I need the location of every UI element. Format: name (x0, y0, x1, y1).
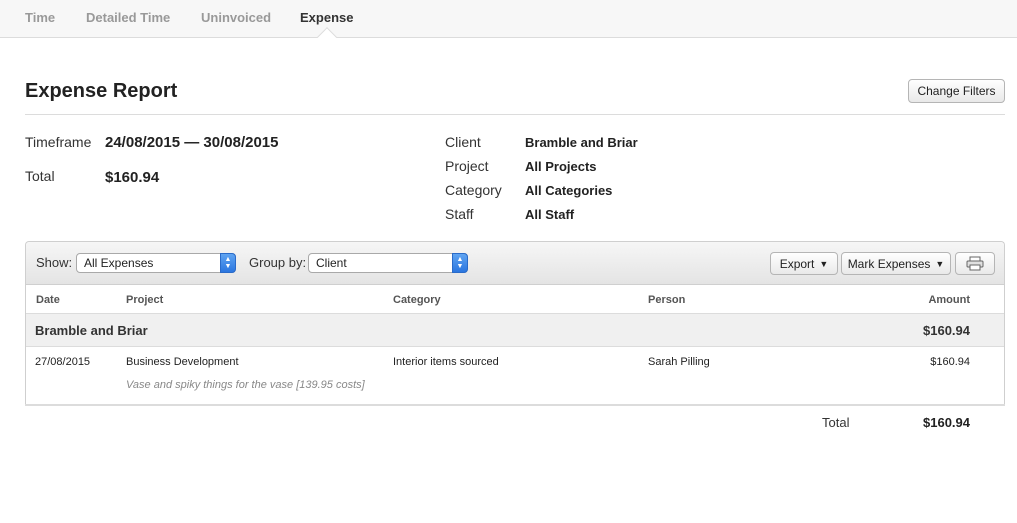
footer-total-value: $160.94 (923, 415, 970, 430)
group-by-select-value: Client (316, 256, 347, 270)
project-label: Project (445, 158, 489, 174)
column-header-date[interactable]: Date (36, 294, 60, 306)
export-button-label: Export (779, 256, 815, 271)
row-category: Interior items sourced (393, 356, 499, 368)
mark-expenses-button[interactable]: Mark Expenses ▼ (841, 252, 951, 275)
staff-label: Staff (445, 206, 474, 222)
printer-icon (966, 256, 984, 271)
show-label: Show: (36, 255, 73, 270)
row-amount: $160.94 (930, 356, 970, 368)
group-by-select[interactable]: Client ▲ ▼ (308, 253, 468, 273)
client-label: Client (445, 134, 481, 150)
category-value: All Categories (525, 183, 613, 198)
timeframe-value: 24/08/2015 — 30/08/2015 (105, 134, 279, 151)
show-select[interactable]: All Expenses ▲ ▼ (76, 253, 236, 273)
export-button[interactable]: Export ▼ (770, 252, 838, 275)
page-title: Expense Report (25, 80, 178, 102)
column-header-amount[interactable]: Amount (928, 294, 970, 306)
select-arrows-icon: ▲ ▼ (220, 253, 236, 273)
group-name: Bramble and Briar (35, 323, 148, 338)
title-divider (25, 114, 1005, 115)
column-header-person[interactable]: Person (648, 294, 685, 306)
total-label: Total (25, 168, 55, 184)
print-button[interactable] (955, 252, 995, 275)
tab-detailed-time[interactable]: Detailed Time (86, 10, 170, 25)
row-project: Business Development (126, 356, 239, 368)
footer-total-label: Total (822, 415, 850, 430)
total-value: $160.94 (105, 169, 160, 186)
table-header: Date Project Category Person Amount (26, 286, 1004, 314)
expense-table-panel: Show: All Expenses ▲ ▼ Group by: Client ▲… (25, 241, 1005, 405)
column-header-category[interactable]: Category (393, 294, 441, 306)
group-by-label: Group by: (249, 255, 307, 270)
row-date: 27/08/2015 (35, 356, 91, 368)
table-bottom-divider (25, 404, 1005, 406)
report-tabs: Time Detailed Time Uninvoiced Expense (0, 0, 1017, 38)
row-note: Vase and spiky things for the vase [139.… (126, 379, 365, 391)
column-header-project[interactable]: Project (126, 294, 163, 306)
caret-down-icon: ▼ (935, 258, 945, 269)
group-row: Bramble and Briar $160.94 (26, 314, 1004, 347)
tab-uninvoiced[interactable]: Uninvoiced (201, 10, 271, 25)
timeframe-label: Timeframe (25, 134, 92, 150)
category-label: Category (445, 182, 502, 198)
staff-value: All Staff (525, 207, 575, 222)
project-value: All Projects (525, 159, 597, 174)
tab-expense[interactable]: Expense (300, 10, 353, 25)
mark-expenses-label: Mark Expenses (847, 256, 931, 271)
client-value: Bramble and Briar (525, 135, 638, 150)
group-amount: $160.94 (923, 323, 970, 338)
caret-down-icon: ▼ (819, 258, 829, 269)
table-toolbar: Show: All Expenses ▲ ▼ Group by: Client ▲… (26, 242, 1004, 285)
tab-time[interactable]: Time (25, 10, 55, 25)
row-person: Sarah Pilling (648, 356, 710, 368)
change-filters-button[interactable]: Change Filters (908, 79, 1005, 103)
show-select-value: All Expenses (84, 256, 154, 270)
select-arrows-icon: ▲ ▼ (452, 253, 468, 273)
